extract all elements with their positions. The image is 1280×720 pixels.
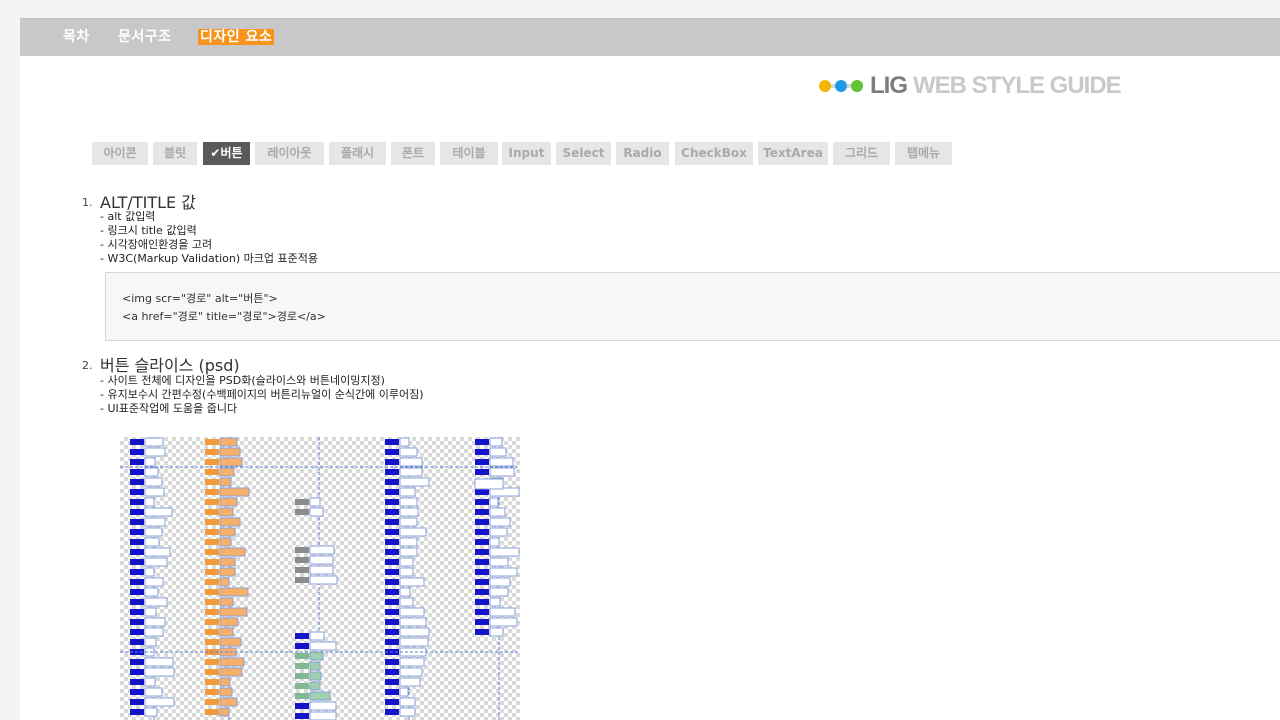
logo-brand: LIG — [870, 72, 908, 99]
list-item: - 유지보수시 간편수정(수백페이지의 버튼리뉴얼이 순식간에 이루어짐) — [100, 388, 424, 401]
tab-input[interactable]: Input — [502, 142, 551, 165]
logo-dots-icon — [819, 80, 863, 92]
tab-tab-menu[interactable]: 탭메뉴 — [895, 142, 952, 165]
psd-slice-graphic — [120, 437, 520, 720]
tab-layout[interactable]: 레이아웃 — [255, 142, 324, 165]
logo-title: WEB STYLE GUIDE — [913, 72, 1122, 99]
nav-item-doc-structure[interactable]: 문서구조 — [118, 29, 172, 45]
tab-grid[interactable]: 그리드 — [833, 142, 890, 165]
tab-textarea[interactable]: TextArea — [758, 142, 828, 165]
list-item: - 시각장애인환경을 고려 — [100, 238, 213, 251]
tab-font[interactable]: 폰트 — [391, 142, 435, 165]
logo: LIG WEB STYLE GUIDE — [817, 74, 1122, 98]
code-line: <img scr="경로" alt="버튼"> — [122, 292, 278, 305]
logo-text: LIG WEB STYLE GUIDE — [870, 72, 1122, 99]
tab-checkbox[interactable]: CheckBox — [675, 142, 753, 165]
section-title: 버튼 슬라이스 (psd) — [100, 356, 240, 375]
tab-table[interactable]: 테이블 — [440, 142, 498, 165]
code-line: <a href="경로" title="경로">경로</a> — [122, 310, 326, 323]
list-item: - alt 값입력 — [100, 210, 156, 223]
nav-item-toc[interactable]: 목차 — [63, 29, 90, 45]
section-number: 2. — [82, 359, 93, 372]
tab-bullet[interactable]: 블릿 — [153, 142, 197, 165]
tab-flash[interactable]: 플래시 — [329, 142, 386, 165]
section-number: 1. — [82, 196, 93, 209]
nav-item-design-elements[interactable]: 디자인 요소 — [198, 29, 275, 45]
psd-slice-image — [120, 437, 520, 720]
list-item: - UI표준작업에 도움을 줍니다 — [100, 402, 238, 415]
tab-select[interactable]: Select — [556, 142, 611, 165]
list-item: - W3C(Markup Validation) 마크업 표준적용 — [100, 252, 318, 265]
tab-radio[interactable]: Radio — [616, 142, 669, 165]
section-bullets: - alt 값입력 - 링크시 title 값입력 - 시각장애인환경을 고려 … — [100, 210, 318, 266]
list-item: - 사이트 전체에 디자인을 PSD화(슬라이스와 버튼네이밍지정) — [100, 374, 385, 387]
tab-icon[interactable]: 아이콘 — [92, 142, 148, 165]
list-item: - 링크시 title 값입력 — [100, 224, 197, 237]
code-example-box: <img scr="경로" alt="버튼"> <a href="경로" tit… — [105, 272, 1280, 341]
page: 목차 문서구조 디자인 요소 LIG WEB STYLE GUIDE 아이콘 블릿… — [20, 18, 1280, 720]
top-navigation: 목차 문서구조 디자인 요소 — [20, 18, 1280, 56]
tab-button[interactable]: ✔버튼 — [203, 142, 250, 165]
section-bullets: - 사이트 전체에 디자인을 PSD화(슬라이스와 버튼네이밍지정) - 유지보… — [100, 374, 424, 416]
